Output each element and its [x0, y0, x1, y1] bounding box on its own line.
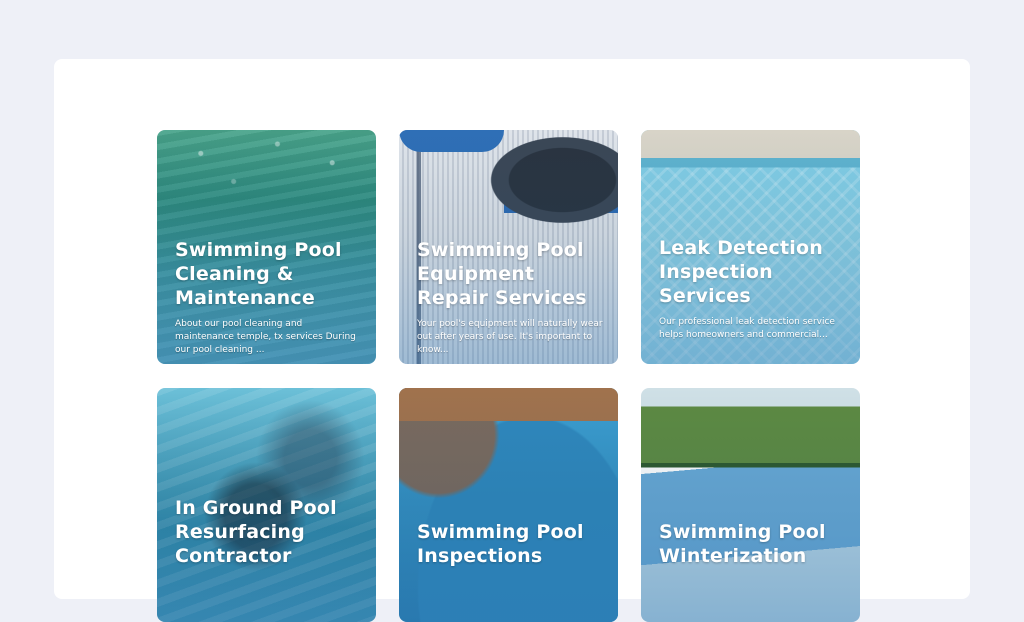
- card-description: Your pool's equipment will naturally wea…: [417, 319, 603, 355]
- card-description: About our pool cleaning and maintenance …: [175, 319, 356, 355]
- card-title: Leak Detection Inspection Services: [659, 237, 823, 307]
- service-card-equipment-repair[interactable]: Swimming Pool Equipment Repair Services …: [399, 130, 618, 364]
- service-card-resurfacing[interactable]: In Ground Pool Resurfacing Contractor: [157, 388, 376, 622]
- service-card-winterization[interactable]: Swimming Pool Winterization: [641, 388, 860, 622]
- card-title: Swimming Pool Cleaning & Maintenance: [175, 239, 342, 309]
- card-title: In Ground Pool Resurfacing Contractor: [175, 497, 337, 567]
- service-card-pool-cleaning[interactable]: Swimming Pool Cleaning & Maintenance Abo…: [157, 130, 376, 364]
- card-description: Our professional leak detection service …: [659, 317, 835, 340]
- card-title: Swimming Pool Winterization: [659, 521, 826, 567]
- card-title: Swimming Pool Inspections: [417, 521, 584, 567]
- service-card-leak-detection[interactable]: Leak Detection Inspection Services Our p…: [641, 130, 860, 364]
- card-title: Swimming Pool Equipment Repair Services: [417, 239, 587, 309]
- service-card-inspections[interactable]: Swimming Pool Inspections: [399, 388, 618, 622]
